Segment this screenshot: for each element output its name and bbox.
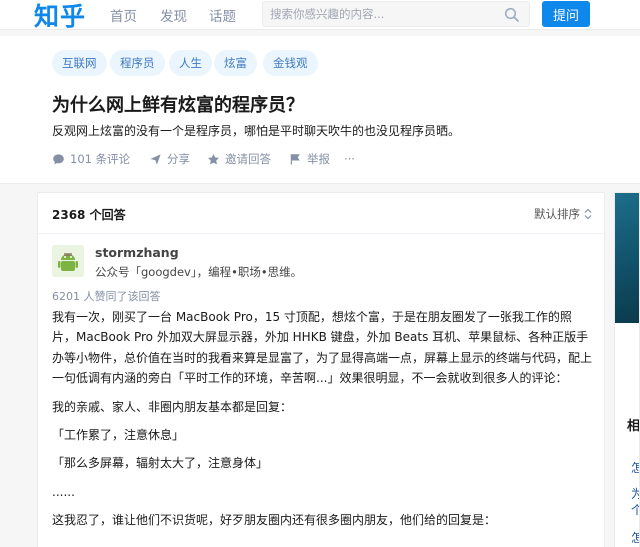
topic-tag[interactable]: 炫富	[214, 50, 257, 76]
right-sidebar: 相 怎 为 个 怎	[614, 192, 640, 547]
author-name[interactable]: stormzhang	[95, 245, 179, 260]
answer-paragraph: 我的亲戚、家人、非圈内朋友基本都是回复：	[52, 399, 293, 414]
topic-tag[interactable]: 程序员	[110, 50, 165, 76]
related-question-link[interactable]: 个	[631, 501, 639, 518]
answer-paragraph: ......	[52, 484, 75, 499]
nav-topics-link[interactable]: 话题	[209, 5, 236, 25]
answer-paragraph: 这我忍了，谁让他们不识货呢，好歹朋友圈内还有很多圈内朋友，他们给的回复是：	[52, 513, 497, 528]
nav-home-link[interactable]: 首页	[110, 5, 137, 25]
question-description: 反观网上炫富的没有一个是程序员，哪怕是平时聊天吹牛的也没见程序员晒。	[52, 124, 461, 138]
report-button[interactable]: 举报	[289, 150, 330, 168]
flag-icon	[290, 153, 300, 165]
related-question-link[interactable]: 怎	[631, 529, 639, 546]
search-icon[interactable]	[504, 7, 520, 23]
comment-icon	[53, 153, 64, 164]
topic-tag[interactable]: 互联网	[52, 50, 107, 76]
answer-count: 2368 个回答	[52, 208, 126, 222]
related-questions-heading: 相	[627, 419, 640, 434]
comments-label: 101 条评论	[70, 152, 131, 166]
report-label: 举报	[307, 152, 330, 166]
sort-label: 默认排序	[534, 207, 580, 221]
answer-content: 我有一次，刚买了一台 MacBook Pro，15 寸顶配，想炫个富，于是在朋友…	[52, 307, 592, 539]
question-header: 互联网 程序员 人生 炫富 金钱观 为什么网上鲜有炫富的程序员？ 反观网上炫富的…	[0, 36, 640, 184]
invite-label: 邀请回答	[225, 152, 271, 166]
answers-header: 2368 个回答 默认排序	[38, 193, 604, 234]
comments-button[interactable]: 101 条评论	[52, 150, 130, 168]
sort-toggle-icon	[584, 208, 592, 220]
avatar[interactable]	[52, 245, 84, 277]
sidebar-banner-image[interactable]	[615, 193, 639, 323]
nav-explore-link[interactable]: 发现	[160, 5, 187, 25]
vote-count: 6201 人赞同了该回答	[52, 290, 161, 303]
related-question-link[interactable]: 为	[631, 485, 639, 502]
android-robot-icon	[52, 245, 84, 277]
more-options-button[interactable]: ···	[344, 150, 355, 168]
answer-paragraph: 我有一次，刚买了一台 MacBook Pro，15 寸顶配，想炫个富，于是在朋友…	[52, 310, 593, 386]
answers-card: 2368 个回答 默认排序 stormzhang 公众号「googdev」，编程…	[37, 192, 605, 547]
search-input[interactable]	[270, 5, 500, 23]
invite-button[interactable]: 邀请回答	[207, 150, 271, 168]
top-navbar: 知乎 首页 发现 话题 提问	[0, 0, 640, 33]
question-title: 为什么网上鲜有炫富的程序员？	[52, 95, 304, 116]
search-box	[262, 1, 530, 27]
zhihu-logo[interactable]: 知乎	[34, 0, 86, 33]
topic-tag[interactable]: 人生	[169, 50, 212, 76]
ask-question-button[interactable]: 提问	[542, 1, 590, 27]
related-question-link[interactable]: 怎	[631, 459, 639, 476]
star-icon	[208, 153, 219, 164]
share-icon	[150, 153, 161, 165]
answer-paragraph: 「那么多屏幕，辐射太大了，注意身体」	[52, 456, 269, 471]
answer-paragraph: 「工作累了，注意休息」	[52, 428, 185, 443]
author-bio: 公众号「googdev」，编程•职场•思维。	[95, 265, 303, 279]
sort-dropdown[interactable]: 默认排序	[534, 206, 592, 222]
share-button[interactable]: 分享	[149, 150, 190, 168]
topic-tag[interactable]: 金钱观	[263, 50, 318, 76]
share-label: 分享	[167, 152, 190, 166]
